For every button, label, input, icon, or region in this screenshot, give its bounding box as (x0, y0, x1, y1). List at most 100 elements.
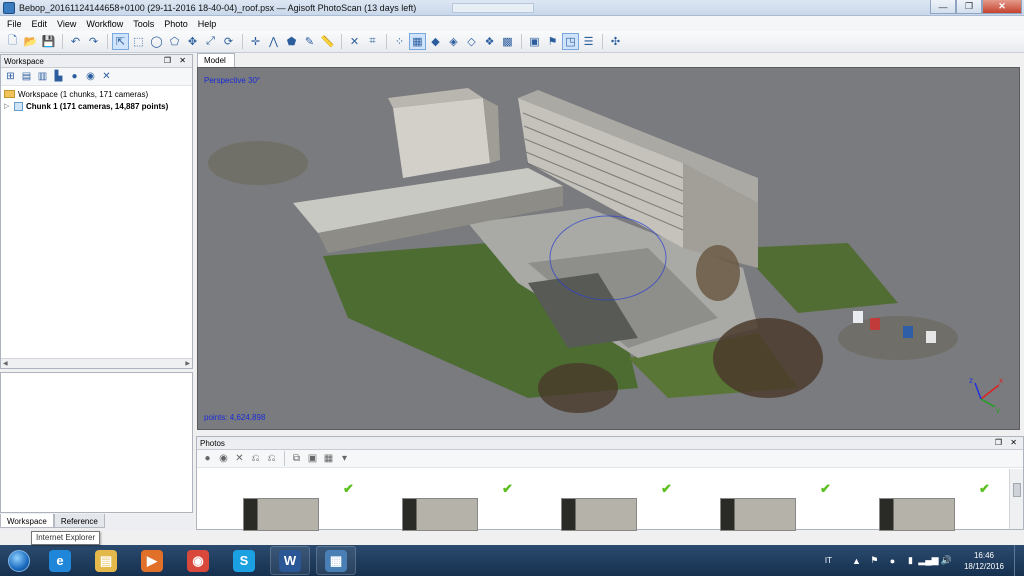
photo-thumbnail[interactable] (402, 498, 478, 531)
show-region-icon[interactable]: ◳ (562, 33, 579, 50)
taskbar-app-button[interactable]: W (270, 546, 310, 575)
workspace-root-item[interactable]: Workspace (1 chunks, 171 cameras) (4, 88, 189, 100)
remove-icon[interactable]: ✕ (99, 69, 114, 84)
undo-icon[interactable]: ↶ (67, 33, 84, 50)
disable-cameras-icon[interactable]: ◉ (216, 451, 231, 466)
enable-icon[interactable]: ● (67, 69, 82, 84)
ruler-icon[interactable]: ✛ (247, 33, 264, 50)
photos-vertical-scrollbar[interactable] (1009, 469, 1023, 529)
save-icon[interactable]: 💾 (40, 33, 57, 50)
crop-selection-icon[interactable]: ⌗ (364, 33, 381, 50)
rotate-left-icon[interactable]: ⎌ (248, 451, 263, 466)
volume-icon[interactable]: 🔊 (940, 554, 953, 567)
shaded-icon[interactable]: ◆ (427, 33, 444, 50)
photoscan-app-icon[interactable] (3, 1, 15, 14)
tab-workspace[interactable]: Workspace (0, 514, 54, 528)
move-region-icon[interactable]: ✥ (184, 33, 201, 50)
menu-edit[interactable]: Edit (27, 19, 53, 29)
draw-polyline-icon[interactable]: ⋀ (265, 33, 282, 50)
wireframe-icon[interactable]: ◇ (463, 33, 480, 50)
filter-icon[interactable]: ▣ (305, 451, 320, 466)
taskbar-app-button[interactable]: ▶ (132, 546, 172, 575)
draw-polygon-icon[interactable]: ⬟ (283, 33, 300, 50)
rotate-right-icon[interactable]: ⎌ (264, 451, 279, 466)
add-chunk-icon[interactable]: ⊞ (3, 69, 18, 84)
photos-float-close-icons[interactable]: ❐ ✕ (995, 438, 1020, 447)
minimize-button[interactable]: — (930, 0, 956, 14)
taskbar-app-button[interactable]: ▦ (316, 546, 356, 575)
scroll-thumb[interactable] (1013, 483, 1021, 497)
title-bar: Bebop_20161124144658+0100 (29-11-2016 18… (0, 0, 1024, 16)
point-cloud-icon[interactable]: ⁘ (391, 33, 408, 50)
workspace-folder-icon (4, 90, 15, 98)
panel-float-close-icons[interactable]: ❐ ✕ (164, 56, 189, 65)
dense-cloud-icon[interactable]: ▦ (409, 33, 426, 50)
rectangle-selection-icon[interactable]: ⬚ (130, 33, 147, 50)
resize-region-icon[interactable]: ⤢ (202, 33, 219, 50)
action-center-flag-icon[interactable]: ⚑ (868, 554, 881, 567)
title-bar-search-box[interactable] (452, 3, 534, 13)
free-form-selection-icon[interactable]: ⬠ (166, 33, 183, 50)
taskbar-app-button[interactable]: ▤ (86, 546, 126, 575)
system-tray: IT ▲ ⚑ ● ▮ ▂▄▆ 🔊 16:46 18/12/2016 (825, 545, 1024, 576)
show-cameras-icon[interactable]: ▣ (526, 33, 543, 50)
taskbar-app-button[interactable]: ◉ (178, 546, 218, 575)
solid-icon[interactable]: ◈ (445, 33, 462, 50)
batch-icon[interactable]: ▙ (51, 69, 66, 84)
battery-icon[interactable]: ▮ (904, 554, 917, 567)
menu-tools[interactable]: Tools (128, 19, 159, 29)
start-button[interactable] (4, 546, 34, 575)
menu-workflow[interactable]: Workflow (81, 19, 128, 29)
scroll-left-icon[interactable]: ◀ (3, 360, 8, 367)
workspace-horizontal-scrollbar[interactable]: ◀ ▶ (1, 358, 192, 368)
enable-cameras-icon[interactable]: ● (200, 451, 215, 466)
add-folder-icon[interactable]: ▥ (35, 69, 50, 84)
chunk-item[interactable]: ▷ Chunk 1 (171 cameras, 14,887 points) (4, 100, 189, 112)
tiled-model-icon[interactable]: ▩ (499, 33, 516, 50)
rotate-region-icon[interactable]: ⟳ (220, 33, 237, 50)
menu-file[interactable]: File (2, 19, 27, 29)
model-viewport[interactable]: Perspective 30° points: 4,624,898 x y z (197, 67, 1020, 430)
open-icon[interactable]: 📂 (22, 33, 39, 50)
menu-view[interactable]: View (52, 19, 81, 29)
show-aligned-chunks-icon[interactable]: ☰ (580, 33, 597, 50)
photo-thumbnail[interactable] (243, 498, 319, 531)
disable-icon[interactable]: ◉ (83, 69, 98, 84)
properties-panel (0, 372, 193, 513)
show-markers-icon[interactable]: ⚑ (544, 33, 561, 50)
draw-point-icon[interactable]: ✎ (301, 33, 318, 50)
show-hidden-icons-icon[interactable]: ▲ (850, 554, 863, 567)
add-photos-icon[interactable]: ▤ (19, 69, 34, 84)
photo-thumbnail[interactable] (879, 498, 955, 531)
reset-filter-icon[interactable]: ⧉ (289, 451, 304, 466)
tab-model[interactable]: Model (197, 53, 235, 67)
network-icon[interactable]: ▂▄▆ (918, 554, 938, 567)
new-icon[interactable]: 🗋 (4, 33, 21, 50)
remove-cameras-icon[interactable]: ✕ (232, 451, 247, 466)
show-desktop-button[interactable] (1014, 545, 1024, 576)
delete-selection-icon[interactable]: ✕ (346, 33, 363, 50)
redo-icon[interactable]: ↷ (85, 33, 102, 50)
circle-selection-icon[interactable]: ◯ (148, 33, 165, 50)
scroll-right-icon[interactable]: ▶ (185, 360, 190, 367)
view-mode-icon[interactable]: ▦ (321, 451, 336, 466)
measure-icon[interactable]: 📏 (319, 33, 336, 50)
view-mode-dropdown-icon[interactable]: ▾ (337, 451, 352, 466)
avast-icon[interactable]: ● (886, 554, 899, 567)
minimize-icon: — (938, 1, 948, 12)
reset-view-icon[interactable]: ✣ (607, 33, 624, 50)
navigation-icon[interactable]: ⇱ (112, 33, 129, 50)
taskbar-app-button[interactable]: e (40, 546, 80, 575)
tab-reference[interactable]: Reference (53, 514, 105, 528)
language-indicator[interactable]: IT (825, 556, 832, 565)
clock[interactable]: 16:46 18/12/2016 (964, 550, 1004, 572)
textured-icon[interactable]: ❖ (481, 33, 498, 50)
restore-button[interactable]: ❐ (956, 0, 982, 14)
photo-thumbnail[interactable] (720, 498, 796, 531)
taskbar-app-button[interactable]: S (224, 546, 264, 575)
menu-photo[interactable]: Photo (159, 19, 193, 29)
expand-arrow-icon[interactable]: ▷ (4, 102, 12, 110)
close-button[interactable]: ✕ (982, 0, 1022, 14)
menu-help[interactable]: Help (193, 19, 222, 29)
photo-thumbnail[interactable] (561, 498, 637, 531)
